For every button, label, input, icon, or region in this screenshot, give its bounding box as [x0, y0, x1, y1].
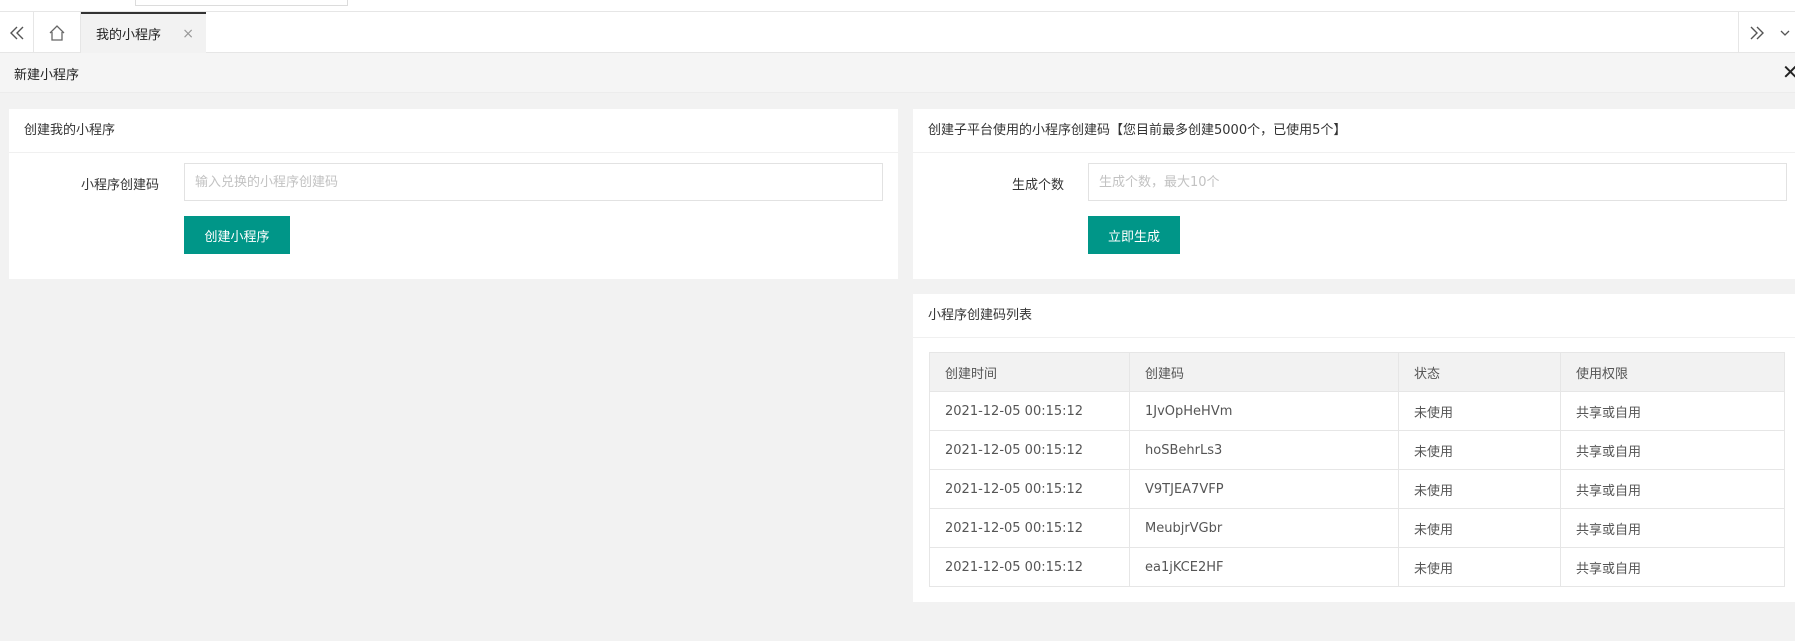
- table-header-row: 创建时间 创建码 状态 使用权限: [929, 352, 1785, 392]
- permission-cell: 共享或自用: [1560, 508, 1785, 548]
- close-icon[interactable]: ×: [182, 26, 194, 42]
- double-chevron-left-icon[interactable]: [0, 12, 34, 53]
- status-cell: 未使用: [1398, 430, 1561, 470]
- table-row: 2021-12-05 00:15:12 MeubjrVGbr 未使用 共享或自用: [929, 508, 1785, 548]
- double-chevron-right-icon[interactable]: [1738, 12, 1775, 53]
- codes-list-card: 小程序创建码列表 创建时间 创建码 状态 使用权限 2021-12-05 00:…: [913, 294, 1795, 602]
- code-cell: 1JvOpHeHVm: [1129, 391, 1399, 431]
- create-code-label: 小程序创建码: [80, 178, 159, 193]
- tab-bar: 我的小程序 ×: [0, 12, 1795, 53]
- column-header: 创建时间: [929, 352, 1130, 392]
- page-title: 新建小程序: [14, 68, 80, 83]
- code-cell: V9TJEA7VFP: [1129, 469, 1399, 509]
- created-time-cell: 2021-12-05 00:15:12: [929, 469, 1130, 509]
- close-icon[interactable]: ✕: [1782, 60, 1795, 84]
- status-cell: 未使用: [1398, 547, 1561, 587]
- card-title: 创建我的小程序: [9, 109, 898, 153]
- page-header: 新建小程序 ✕: [0, 53, 1795, 93]
- table-row: 2021-12-05 00:15:12 1JvOpHeHVm 未使用 共享或自用: [929, 391, 1785, 431]
- top-strip: [0, 0, 1795, 12]
- created-time-cell: 2021-12-05 00:15:12: [929, 508, 1130, 548]
- created-time-cell: 2021-12-05 00:15:12: [929, 391, 1130, 431]
- status-cell: 未使用: [1398, 508, 1561, 548]
- generate-codes-card: 创建子平台使用的小程序创建码【您目前最多创建5000个，已使用5个】 生成个数 …: [913, 109, 1795, 279]
- card-title: 创建子平台使用的小程序创建码【您目前最多创建5000个，已使用5个】: [913, 109, 1795, 153]
- generate-count-label: 生成个数: [1011, 178, 1064, 193]
- codes-table: 创建时间 创建码 状态 使用权限 2021-12-05 00:15:12 1Jv…: [929, 352, 1785, 587]
- permission-cell: 共享或自用: [1560, 430, 1785, 470]
- permission-cell: 共享或自用: [1560, 547, 1785, 587]
- table-row: 2021-12-05 00:15:12 ea1jKCE2HF 未使用 共享或自用: [929, 547, 1785, 587]
- column-header: 创建码: [1129, 352, 1399, 392]
- tab-my-miniprogram[interactable]: 我的小程序 ×: [81, 12, 206, 53]
- table-row: 2021-12-05 00:15:12 V9TJEA7VFP 未使用 共享或自用: [929, 469, 1785, 509]
- chevron-down-icon[interactable]: [1775, 12, 1795, 53]
- home-icon[interactable]: [34, 12, 81, 53]
- created-time-cell: 2021-12-05 00:15:12: [929, 547, 1130, 587]
- create-code-input[interactable]: [184, 163, 883, 201]
- code-cell: ea1jKCE2HF: [1129, 547, 1399, 587]
- column-header: 使用权限: [1560, 352, 1785, 392]
- permission-cell: 共享或自用: [1560, 469, 1785, 509]
- created-time-cell: 2021-12-05 00:15:12: [929, 430, 1130, 470]
- generate-count-input[interactable]: [1088, 163, 1787, 201]
- tab-label: 我的小程序: [96, 28, 162, 43]
- permission-cell: 共享或自用: [1560, 391, 1785, 431]
- column-header: 状态: [1398, 352, 1561, 392]
- code-cell: MeubjrVGbr: [1129, 508, 1399, 548]
- create-miniprogram-card: 创建我的小程序 小程序创建码 创建小程序: [9, 109, 898, 279]
- status-cell: 未使用: [1398, 391, 1561, 431]
- card-title: 小程序创建码列表: [913, 294, 1795, 338]
- table-row: 2021-12-05 00:15:12 hoSBehrLs3 未使用 共享或自用: [929, 430, 1785, 470]
- generate-now-button[interactable]: 立即生成: [1088, 216, 1180, 254]
- top-search-input[interactable]: [135, 0, 348, 6]
- create-miniprogram-button[interactable]: 创建小程序: [184, 216, 290, 254]
- code-cell: hoSBehrLs3: [1129, 430, 1399, 470]
- status-cell: 未使用: [1398, 469, 1561, 509]
